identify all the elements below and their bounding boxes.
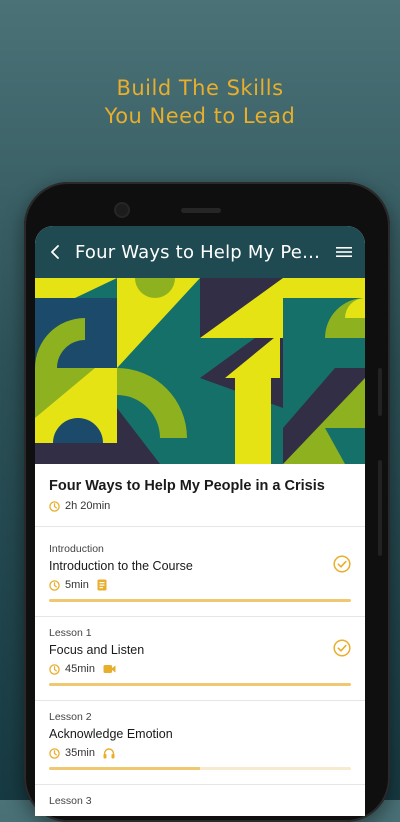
course-hero-image <box>35 278 365 464</box>
lesson-item-lesson-1[interactable]: Lesson 1 Focus and Listen 45min <box>49 617 351 686</box>
back-button[interactable] <box>35 244 75 260</box>
lesson-label: Introduction <box>49 543 104 555</box>
lesson-progress-bar <box>49 683 351 686</box>
phone-volume-button <box>378 460 382 556</box>
clock-icon <box>49 747 60 759</box>
back-arrow-icon <box>51 245 59 259</box>
course-title: Four Ways to Help My People in a Crisis <box>49 478 325 494</box>
hamburger-menu-icon <box>336 247 352 257</box>
lesson-label: Lesson 1 <box>49 627 92 639</box>
lesson-item-lesson-3[interactable]: Lesson 3 <box>49 785 351 807</box>
course-duration-text: 2h 20min <box>65 500 111 512</box>
lesson-progress-bar <box>49 599 351 602</box>
menu-button[interactable] <box>323 245 365 259</box>
lesson-item-introduction[interactable]: Introduction Introduction to the Course … <box>49 533 351 602</box>
completed-check-icon <box>333 555 351 573</box>
phone-power-button <box>378 368 382 416</box>
lesson-name: Focus and Listen <box>49 643 145 657</box>
clock-icon <box>49 579 60 591</box>
lesson-progress-fill <box>49 599 351 602</box>
lesson-label: Lesson 2 <box>49 711 92 723</box>
front-camera <box>116 204 128 216</box>
app-bar: Four Ways to Help My People in a Crisis <box>35 226 365 278</box>
course-duration: 2h 20min <box>49 500 351 512</box>
headline: Build The Skills You Need to Lead <box>0 74 400 130</box>
lesson-name: Introduction to the Course <box>49 559 193 573</box>
lesson-progress-fill <box>49 767 200 770</box>
app-bar-title: Four Ways to Help My People in a Crisis <box>75 241 323 263</box>
clock-icon <box>49 663 60 675</box>
lesson-item-lesson-2[interactable]: Lesson 2 Acknowledge Emotion 35min <box>49 701 351 770</box>
lesson-progress-bar <box>49 767 351 770</box>
video-icon <box>103 665 116 673</box>
course-content: Four Ways to Help My People in a Crisis … <box>35 478 365 807</box>
earpiece-speaker <box>181 208 221 213</box>
headphones-icon <box>103 747 115 758</box>
completed-check-icon <box>333 639 351 657</box>
lesson-label: Lesson 3 <box>49 795 92 807</box>
headline-line-1: Build The Skills <box>116 76 284 100</box>
lesson-duration: 35min <box>65 747 95 759</box>
divider <box>35 526 365 527</box>
lesson-duration: 45min <box>65 663 95 675</box>
lesson-duration: 5min <box>65 579 89 591</box>
app-screen: Four Ways to Help My People in a Crisis <box>35 226 365 816</box>
document-icon <box>97 579 107 591</box>
lesson-name: Acknowledge Emotion <box>49 727 173 741</box>
headline-line-2: You Need to Lead <box>104 104 296 128</box>
lesson-progress-fill <box>49 683 351 686</box>
clock-icon <box>49 500 60 512</box>
